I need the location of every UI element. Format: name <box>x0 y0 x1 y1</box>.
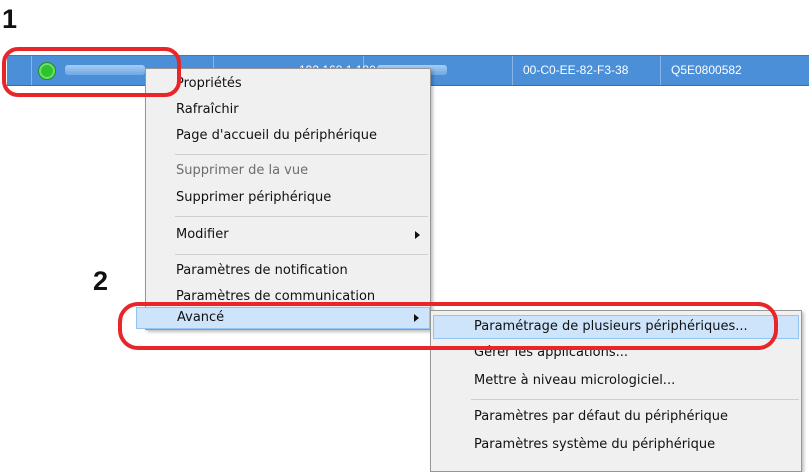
menu-item-device-system-settings[interactable]: Paramètres système du périphérique <box>431 433 801 457</box>
menu-separator <box>471 399 799 400</box>
menu-separator <box>175 254 428 255</box>
menu-item-properties[interactable]: Propriétés <box>146 72 430 96</box>
menu-separator <box>175 154 428 155</box>
menu-item-firmware-upgrade[interactable]: Mettre à niveau micrologiciel... <box>431 369 801 393</box>
menu-item-delete-device[interactable]: Supprimer périphérique <box>146 186 430 210</box>
context-menu: Propriétés Rafraîchir Page d'accueil du … <box>136 68 431 330</box>
menu-item-edit[interactable]: Modifier <box>146 223 430 247</box>
mac-address-value: 00-C0-EE-82-F3-38 <box>523 63 629 77</box>
annotation-ring-step-1 <box>2 47 181 97</box>
menu-item-edit-label: Modifier <box>176 227 229 242</box>
menu-item-device-default-settings[interactable]: Paramètres par défaut du périphérique <box>431 405 801 429</box>
menu-item-refresh[interactable]: Rafraîchir <box>146 98 430 122</box>
menu-item-device-home-page[interactable]: Page d'accueil du périphérique <box>146 124 430 148</box>
serial-number-cell[interactable]: Q5E0800582 <box>662 56 809 85</box>
menu-item-remove-from-view[interactable]: Supprimer de la vue <box>146 159 430 183</box>
annotation-ring-step-2 <box>118 302 778 350</box>
serial-number-value: Q5E0800582 <box>671 63 742 77</box>
menu-separator <box>175 216 428 217</box>
step-number-2: 2 <box>93 266 109 296</box>
submenu-arrow-icon <box>415 231 420 239</box>
step-number-1: 1 <box>2 4 18 34</box>
menu-item-notification-settings[interactable]: Paramètres de notification <box>146 259 430 283</box>
mac-address-cell[interactable]: 00-C0-EE-82-F3-38 <box>513 56 661 85</box>
